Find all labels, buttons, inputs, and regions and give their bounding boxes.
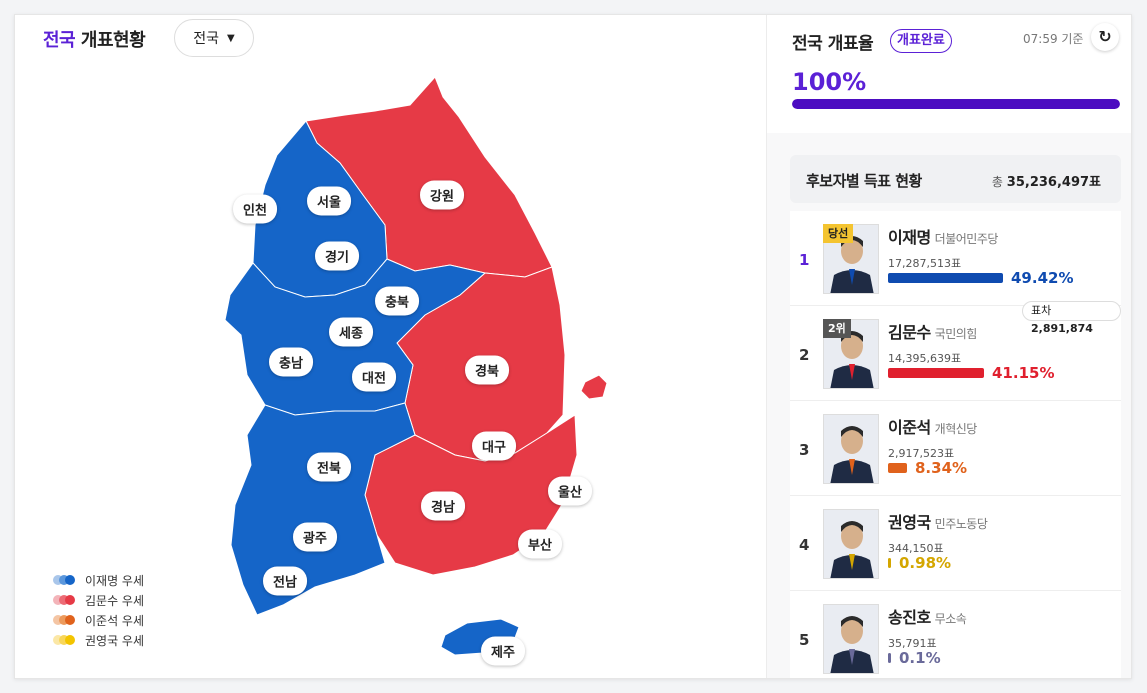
candidate-percent: 8.34% bbox=[915, 459, 968, 477]
count-rate-value: 100% bbox=[792, 68, 867, 96]
candidates-title: 후보자별 득표 현황 bbox=[806, 172, 922, 190]
candidate-name: 이준석 개혁신당 bbox=[888, 418, 978, 437]
candidates-header: 후보자별 득표 현황 총 35,236,497표 bbox=[790, 155, 1121, 203]
count-rate-fill bbox=[792, 99, 1120, 109]
map-label-daejeon[interactable]: 대전 bbox=[352, 362, 396, 392]
map-label-jeonbuk[interactable]: 전북 bbox=[307, 452, 351, 482]
legend-label: 이재명 우세 bbox=[85, 573, 145, 588]
candidate-vote-bar bbox=[888, 463, 907, 473]
map-label-gangwon[interactable]: 강원 bbox=[420, 180, 464, 210]
update-time: 07:59 기준 bbox=[1023, 32, 1084, 46]
region-ulleung[interactable] bbox=[580, 374, 608, 400]
map-label-gwangju[interactable]: 광주 bbox=[293, 522, 337, 552]
map-label-gyeongbuk[interactable]: 경북 bbox=[465, 355, 509, 385]
map-label-ulsan[interactable]: 울산 bbox=[548, 476, 592, 506]
candidate-rank: 2 bbox=[799, 346, 810, 364]
candidate-name: 권영국 민주노동당 bbox=[888, 513, 988, 532]
candidate-photo bbox=[823, 414, 879, 484]
candidate-party: 민주노동당 bbox=[934, 517, 988, 531]
candidate-status-badge: 당선 bbox=[823, 224, 854, 243]
legend-dots-icon bbox=[53, 595, 79, 605]
legend-item: 권영국 우세 bbox=[53, 630, 144, 650]
map-label-daegu[interactable]: 대구 bbox=[472, 431, 516, 461]
legend-item: 김문수 우세 bbox=[53, 590, 144, 610]
candidate-row[interactable]: 5 송진호 무소속 35,791표 0.1% bbox=[790, 591, 1121, 678]
candidate-votes: 17,287,513표 bbox=[888, 257, 962, 270]
status-badge: 개표완료 bbox=[890, 29, 952, 53]
candidate-name: 김문수 국민의힘 bbox=[888, 323, 978, 342]
map-label-busan[interactable]: 부산 bbox=[518, 529, 562, 559]
candidate-percent: 0.1% bbox=[899, 649, 941, 667]
legend-dots-icon bbox=[53, 635, 79, 645]
map-label-chungnam[interactable]: 충남 bbox=[269, 347, 313, 377]
candidate-vote-bar bbox=[888, 653, 891, 663]
candidate-party: 개혁신당 bbox=[934, 422, 978, 436]
legend-dots-icon bbox=[53, 615, 79, 625]
results-panel: 전국 개표율 개표완료 07:59 기준 ↻ 100% 후보자별 득표 현황 총… bbox=[766, 15, 1131, 678]
map-label-jeonnam[interactable]: 전남 bbox=[263, 566, 307, 596]
candidate-row[interactable]: 3 이준석 개혁신당 2,917,523표 8.34% bbox=[790, 401, 1121, 496]
map-panel: 전국 개표현황 전국 ▼ 인천 서울 경기 강원 충북 세종 충남 대전 경북 … bbox=[15, 15, 766, 678]
map-label-seoul[interactable]: 서울 bbox=[307, 186, 351, 216]
election-dashboard: 전국 개표현황 전국 ▼ 인천 서울 경기 강원 충북 세종 충남 대전 경북 … bbox=[14, 14, 1132, 679]
legend-item: 이재명 우세 bbox=[53, 570, 144, 590]
candidate-photo bbox=[823, 604, 879, 674]
candidate-percent: 41.15% bbox=[992, 364, 1055, 382]
map-legend: 이재명 우세 김문수 우세 이준석 우세 권영국 우세 bbox=[53, 570, 144, 650]
candidate-party: 무소속 bbox=[934, 612, 967, 626]
candidate-vote-bar bbox=[888, 273, 1003, 283]
map-label-gyeonggi[interactable]: 경기 bbox=[315, 241, 359, 271]
candidate-party: 국민의힘 bbox=[934, 327, 978, 341]
candidate-name: 이재명 더불어민주당 bbox=[888, 228, 999, 247]
refresh-icon[interactable]: ↻ bbox=[1091, 23, 1119, 51]
candidate-percent: 49.42% bbox=[1011, 269, 1074, 287]
legend-label: 권영국 우세 bbox=[85, 633, 145, 648]
legend-label: 이준석 우세 bbox=[85, 613, 145, 628]
map-label-sejong[interactable]: 세종 bbox=[329, 317, 373, 347]
count-rate-section: 전국 개표율 개표완료 07:59 기준 ↻ 100% bbox=[767, 15, 1131, 133]
candidate-vote-bar bbox=[888, 368, 984, 378]
legend-item: 이준석 우세 bbox=[53, 610, 144, 630]
candidate-percent: 0.98% bbox=[899, 554, 952, 572]
candidate-status-badge: 2위 bbox=[823, 319, 851, 338]
candidate-rank: 4 bbox=[799, 536, 810, 554]
candidate-votes: 14,395,639표 bbox=[888, 352, 962, 365]
map-label-incheon[interactable]: 인천 bbox=[233, 194, 277, 224]
map-label-gyeongnam[interactable]: 경남 bbox=[421, 491, 465, 521]
map-label-chungbuk[interactable]: 충북 bbox=[375, 286, 419, 316]
candidate-rank: 1 bbox=[799, 251, 810, 269]
candidate-name: 송진호 무소속 bbox=[888, 608, 967, 627]
candidate-party: 더불어민주당 bbox=[934, 232, 999, 246]
total-votes: 총 35,236,497표 bbox=[991, 175, 1101, 190]
legend-label: 김문수 우세 bbox=[85, 593, 145, 608]
candidate-rank: 3 bbox=[799, 441, 810, 459]
count-rate-bar bbox=[792, 99, 1120, 109]
candidate-rank: 5 bbox=[799, 631, 810, 649]
count-rate-title: 전국 개표율 bbox=[792, 34, 874, 54]
candidate-photo bbox=[823, 509, 879, 579]
candidate-vote-bar bbox=[888, 558, 891, 568]
map-label-jeju[interactable]: 제주 bbox=[481, 636, 525, 666]
candidate-row[interactable]: 1 당선 이재명 더불어민주당 17,287,513표 49.42% bbox=[790, 211, 1121, 306]
candidate-list: 표차 2,891,874 1 당선 이재명 더불어민주당 17,287,513표 … bbox=[790, 211, 1121, 678]
candidate-row[interactable]: 4 권영국 민주노동당 344,150표 0.98% bbox=[790, 496, 1121, 591]
legend-dots-icon bbox=[53, 575, 79, 585]
vote-gap-chip: 표차 2,891,874 bbox=[1022, 301, 1121, 335]
